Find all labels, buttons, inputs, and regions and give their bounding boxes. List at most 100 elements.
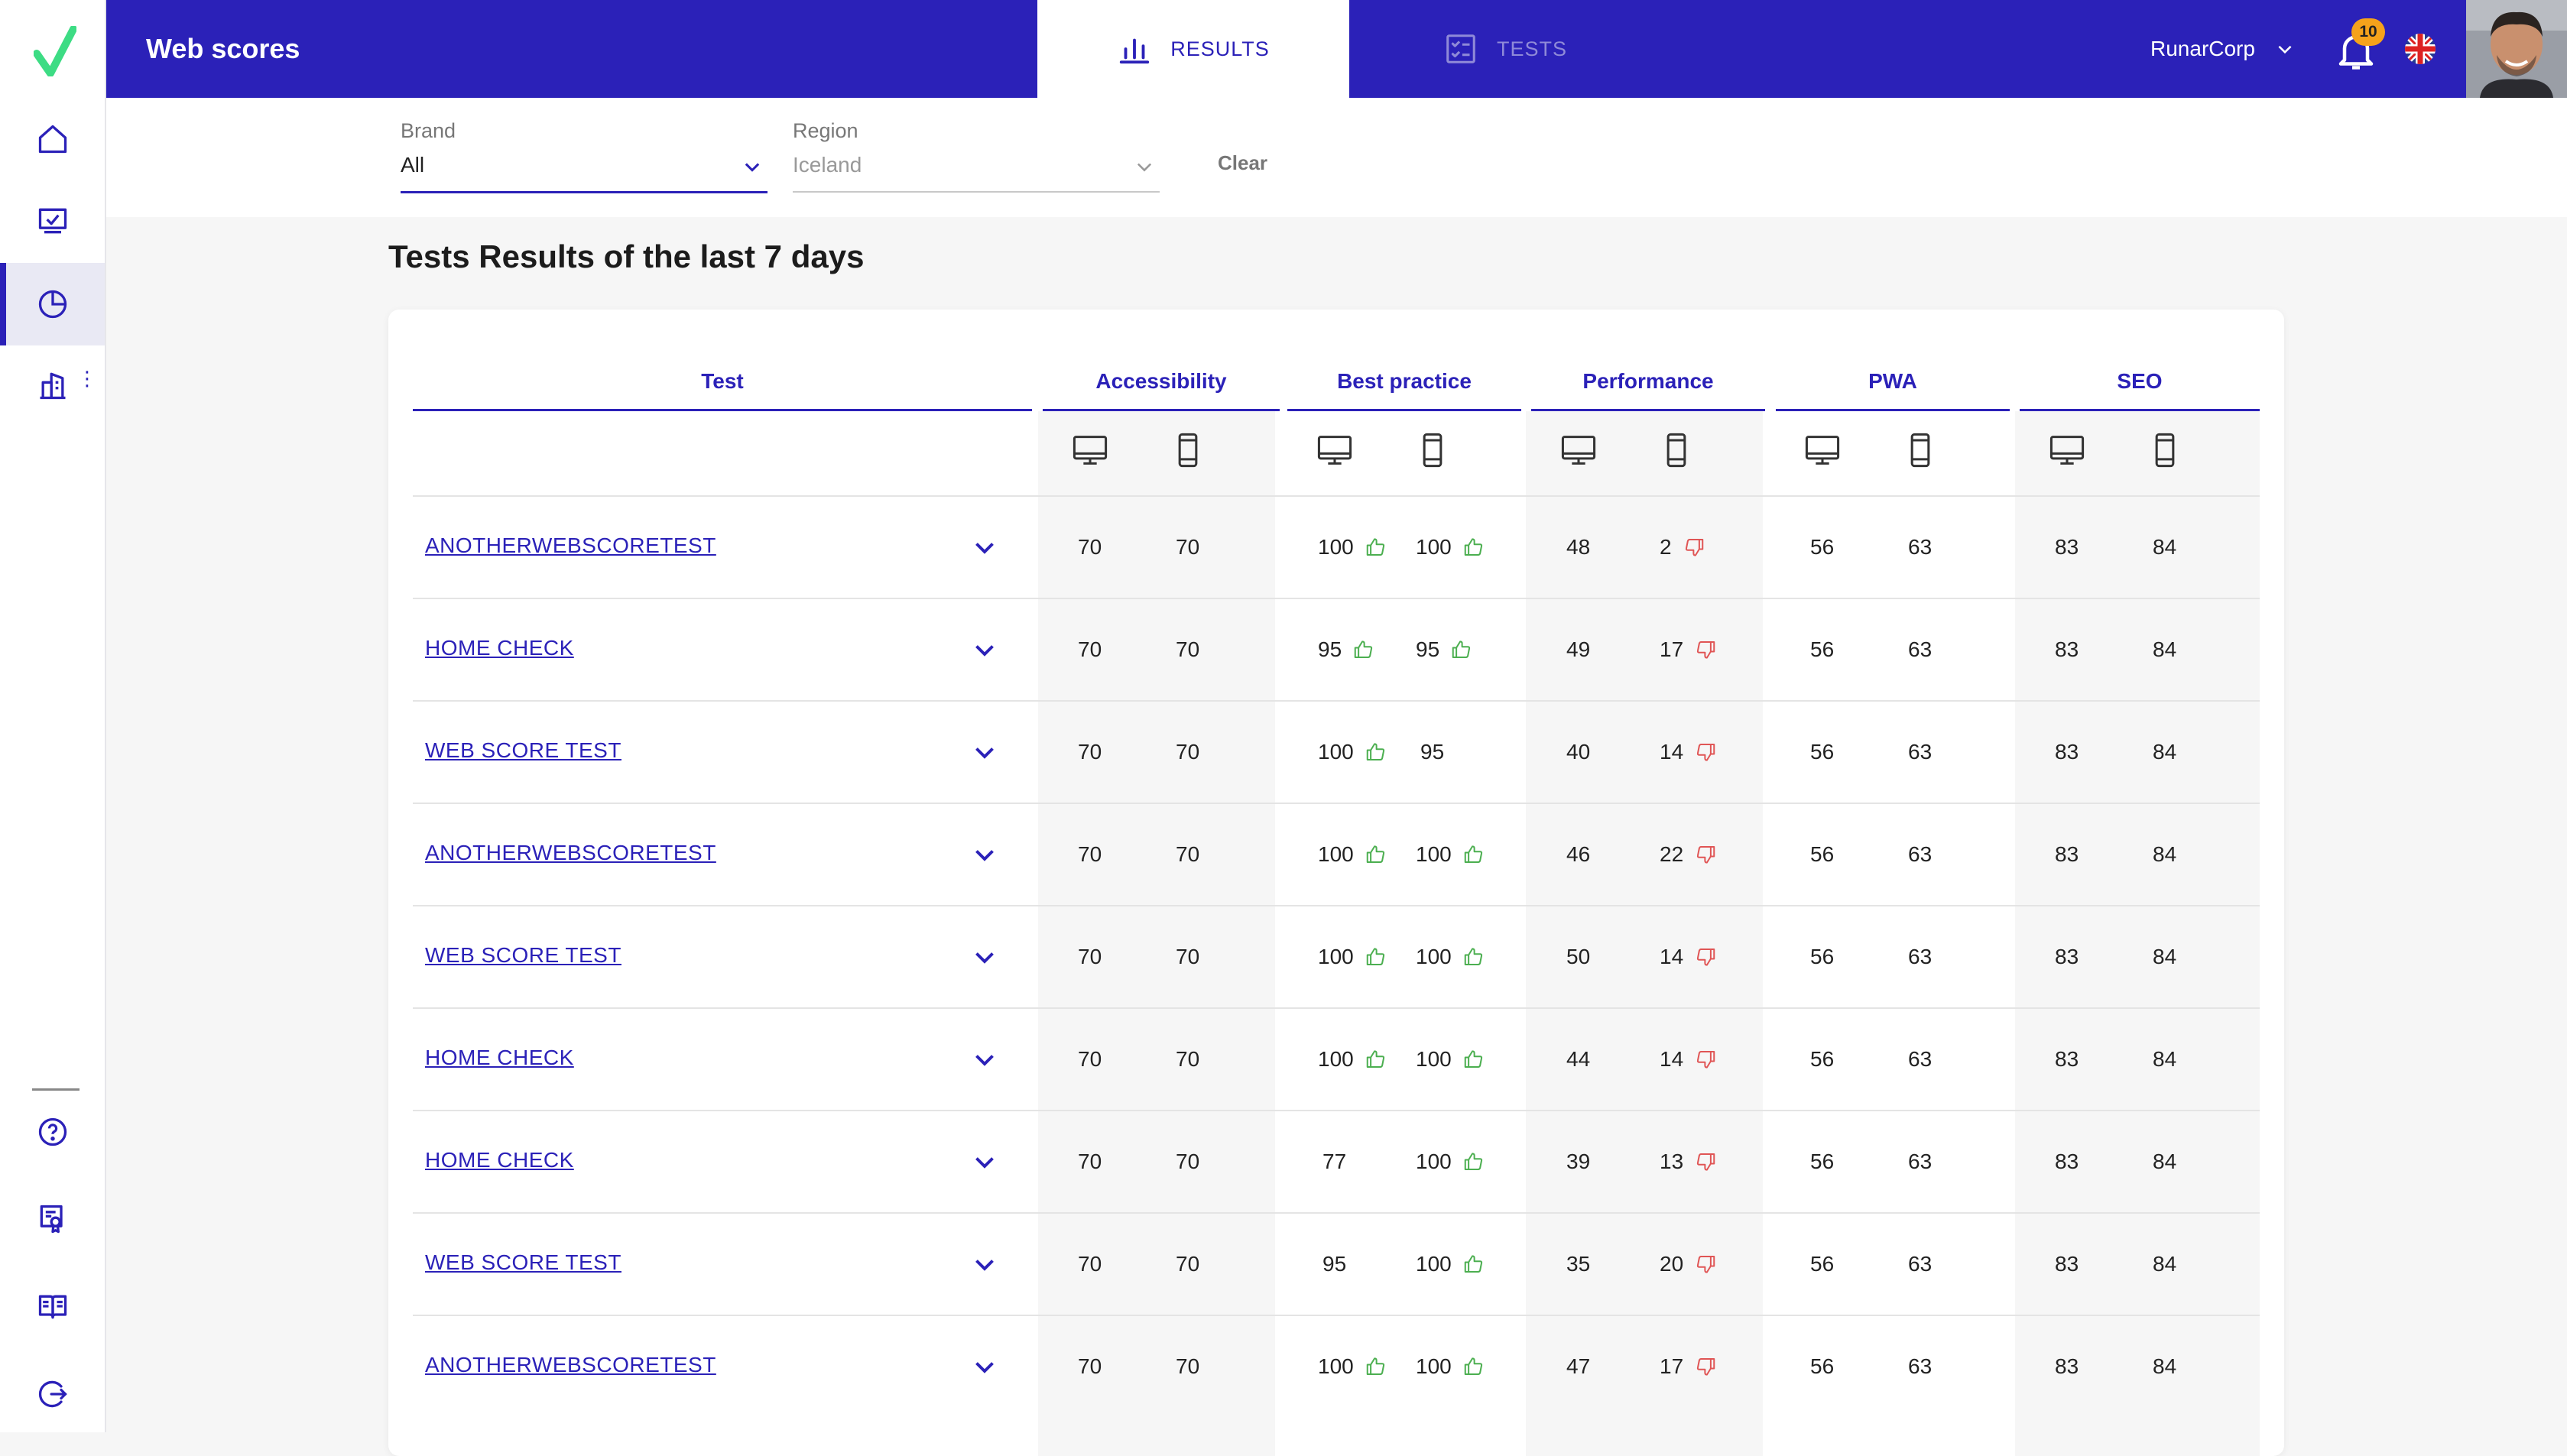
test-name-link[interactable]: HOME CHECK	[425, 636, 574, 660]
help-icon	[38, 1117, 67, 1146]
sidebar-item-docs[interactable]	[0, 1265, 105, 1347]
desktop-icon	[1561, 436, 1596, 465]
region-label: Region	[793, 119, 858, 142]
brand-value: All	[401, 153, 425, 177]
test-name-link[interactable]: WEB SCORE TEST	[425, 738, 621, 763]
brand-underline	[401, 191, 768, 193]
sidebar-item-results[interactable]	[0, 263, 105, 345]
sidebar-item-home[interactable]	[0, 98, 105, 180]
sidebar-more-icon[interactable]: ⋮	[77, 368, 97, 388]
expand-row-chevron-icon[interactable]	[971, 1353, 998, 1380]
best-practice-mobile-score: 100	[1416, 533, 1485, 561]
best-practice-desktop-score: 100	[1318, 1353, 1387, 1380]
sidebar-item-certificate[interactable]	[0, 1178, 105, 1260]
seo-mobile-score: 84	[2153, 533, 2176, 561]
clear-filters-button[interactable]: Clear	[1207, 147, 1278, 179]
score-value: 56	[1810, 1047, 1835, 1071]
best-practice-mobile-score: 100	[1416, 1250, 1485, 1278]
certificate-icon	[40, 1205, 63, 1234]
score-value: 70	[1078, 1150, 1102, 1173]
thumbs-up-icon	[1452, 640, 1471, 658]
test-name-link[interactable]: ANOTHERWEBSCORETEST	[425, 533, 716, 558]
seo-mobile-score: 84	[2153, 1250, 2176, 1278]
thumbs-up-icon	[1464, 538, 1482, 556]
best-practice-column-header[interactable]: Best practice	[1287, 365, 1521, 411]
test-column-header[interactable]: Test	[413, 365, 1032, 411]
sidebar: ⋮	[0, 0, 106, 1432]
seo-column-header[interactable]: SEO	[2020, 365, 2260, 411]
accessibility-mobile-score: 70	[1176, 841, 1199, 868]
chevron-down-icon	[1137, 163, 1152, 172]
pwa-desktop-score: 56	[1810, 1353, 1834, 1380]
score-value: 56	[1810, 535, 1835, 559]
score-value: 13	[1660, 1150, 1684, 1173]
seo-mobile-score: 84	[2153, 1046, 2176, 1073]
score-value: 100	[1416, 535, 1452, 559]
best-practice-mobile-score: 100	[1416, 1046, 1485, 1073]
expand-row-chevron-icon[interactable]	[971, 636, 998, 663]
performance-column-header[interactable]: Performance	[1531, 365, 1765, 411]
score-value: 84	[2153, 535, 2177, 559]
test-name-link[interactable]: HOME CHECK	[425, 1148, 574, 1172]
expand-row-chevron-icon[interactable]	[971, 841, 998, 868]
thumbs-up-icon	[1464, 845, 1482, 863]
best-practice-mobile-score: 95	[1416, 636, 1473, 663]
expand-row-chevron-icon[interactable]	[971, 738, 998, 766]
thumbs-up-icon	[1354, 640, 1373, 658]
test-name-link[interactable]: ANOTHERWEBSCORETEST	[425, 841, 716, 865]
thumbs-down-icon	[1697, 1256, 1715, 1273]
score-value: 84	[2153, 1047, 2177, 1071]
user-avatar[interactable]	[2466, 0, 2567, 98]
mobile-icon	[1666, 433, 1686, 468]
table-row: WEB SCORE TEST 70 70 100 100 50 14 56 63 83 84	[413, 905, 2260, 1009]
uk-flag-icon[interactable]	[2405, 34, 2436, 64]
accessibility-desktop-score: 70	[1078, 841, 1102, 868]
score-value: 49	[1566, 637, 1591, 661]
pwa-desktop-score: 56	[1810, 1046, 1834, 1073]
desktop-icon	[1805, 436, 1840, 465]
accessibility-desktop-score: 70	[1078, 1046, 1102, 1073]
expand-row-chevron-icon[interactable]	[971, 533, 998, 561]
score-value: 70	[1176, 740, 1200, 764]
pwa-column-header[interactable]: PWA	[1776, 365, 2010, 411]
test-name-link[interactable]: WEB SCORE TEST	[425, 1250, 621, 1275]
accessibility-desktop-score: 70	[1078, 1250, 1102, 1278]
best-practice-mobile-score: 100	[1416, 1353, 1485, 1380]
sidebar-item-help[interactable]	[0, 1091, 105, 1173]
score-value: 70	[1078, 1252, 1102, 1276]
score-value: 70	[1078, 945, 1102, 968]
thumbs-up-icon	[1464, 948, 1482, 965]
sidebar-item-tests[interactable]	[0, 180, 105, 262]
table-row: WEB SCORE TEST 70 70 95 100 35 20 56 63 83 84	[413, 1212, 2260, 1316]
expand-row-chevron-icon[interactable]	[971, 1046, 998, 1073]
performance-mobile-score: 20	[1660, 1250, 1717, 1278]
region-select[interactable]: Region Iceland	[793, 98, 1160, 196]
accessibility-desktop-score: 70	[1078, 533, 1102, 561]
test-name-link[interactable]: ANOTHERWEBSCORETEST	[425, 1353, 716, 1377]
thumbs-down-icon	[1697, 744, 1715, 761]
logout-icon	[38, 1380, 67, 1408]
expand-row-chevron-icon[interactable]	[971, 943, 998, 971]
expand-row-chevron-icon[interactable]	[971, 1250, 998, 1278]
test-name-link[interactable]: WEB SCORE TEST	[425, 943, 621, 968]
sidebar-item-logout[interactable]	[0, 1353, 105, 1435]
brand-select[interactable]: Brand All	[401, 98, 768, 196]
test-name-link[interactable]: HOME CHECK	[425, 1046, 574, 1070]
book-icon	[38, 1295, 67, 1319]
tab-tests[interactable]: TESTS	[1349, 0, 1661, 98]
tab-results[interactable]: RESULTS	[1037, 0, 1349, 98]
score-value: 70	[1078, 1047, 1102, 1071]
seo-mobile-score: 84	[2153, 636, 2176, 663]
seo-mobile-score: 84	[2153, 1148, 2176, 1176]
seo-desktop-score: 83	[2055, 841, 2079, 868]
expand-row-chevron-icon[interactable]	[971, 1148, 998, 1176]
score-value: 95	[1318, 637, 1342, 661]
org-selector[interactable]: RunarCorp	[2150, 0, 2295, 98]
accessibility-column-header[interactable]: Accessibility	[1043, 365, 1280, 411]
score-value: 70	[1176, 945, 1200, 968]
score-value: 100	[1416, 1047, 1452, 1071]
thumbs-down-icon	[1697, 1051, 1715, 1068]
best-practice-mobile-score: 100	[1416, 1148, 1485, 1176]
thumbs-down-icon	[1697, 846, 1715, 864]
performance-desktop-score: 44	[1566, 1046, 1590, 1073]
